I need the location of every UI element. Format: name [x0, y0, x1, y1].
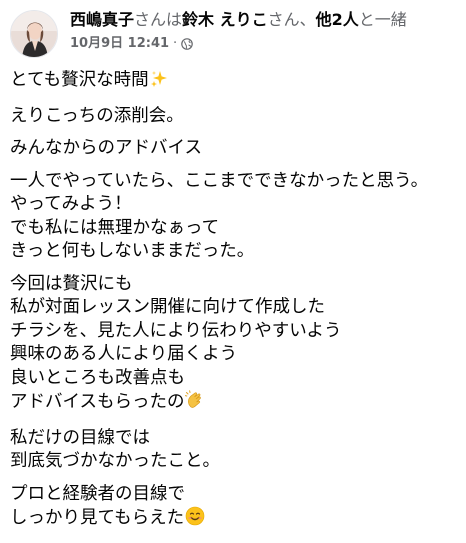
post-line: 興味のある人により届くよう — [10, 344, 238, 364]
smiling-face-icon — [185, 506, 205, 534]
post-meta: 西嶋真子さんは鈴木 えりこさん、他2人と一緒 10月9日 12:41 · — [70, 10, 466, 53]
post-line: 到底気づかなかったこと。 — [10, 451, 220, 471]
post-header: 西嶋真子さんは鈴木 えりこさん、他2人と一緒 10月9日 12:41 · — [10, 10, 466, 60]
post-line: でも私には無理かなぁって — [10, 217, 220, 238]
author-name[interactable]: 西嶋真子 — [70, 10, 134, 29]
post-title: 西嶋真子さんは鈴木 えりこさん、他2人と一緒 — [70, 10, 466, 30]
sparkles-icon — [150, 70, 168, 96]
post-line: きっと何もしないままだった。 — [10, 241, 255, 261]
post-paragraph: 私だけの目線では到底気づかなかったこと。 — [10, 427, 460, 474]
post-line: 今回は贅沢にも — [10, 273, 133, 294]
post-body: とても贅沢な時間えりこっちの添削会。 みんなからのアドバイス一人でやっていたら、こ… — [10, 69, 460, 543]
post-line: アドバイスもらったの — [10, 390, 460, 418]
post-line: えりこっちの添削会。 — [10, 105, 184, 126]
post-line: しっかり見てもらえた — [10, 506, 460, 534]
post-paragraph: 一人でやっていたら、ここまでできなかったと思う。 やってみよう！ でも私には無理かな… — [10, 170, 460, 264]
tagged-others-link[interactable]: 他2人 — [316, 10, 359, 29]
avatar[interactable] — [10, 10, 58, 58]
post-paragraph: プロと経験者の目線で しっかり見てもらえた — [10, 483, 460, 534]
globe-icon[interactable] — [181, 38, 193, 50]
post-line: チラシを、見た人により伝わりやすいよう — [10, 320, 342, 341]
tagged-mid-text: さん、 — [267, 10, 316, 29]
trailing-text: と一緒 — [358, 10, 407, 29]
post-line: 一人でやっていたら、ここまでできなかったと思う。 — [10, 170, 429, 191]
post-line: プロと経験者の目線で — [10, 483, 185, 504]
post-line: 良いところも改善点も — [10, 367, 185, 388]
post-paragraph: 今回は贅沢にも私が対面レッスン開催に向けて作成した チラシを、見た人により伝わりや… — [10, 273, 460, 418]
post-line: 私が対面レッスン開催に向けて作成した — [10, 297, 325, 317]
facebook-post: 西嶋真子さんは鈴木 えりこさん、他2人と一緒 10月9日 12:41 · とても… — [0, 0, 466, 542]
post-paragraph: とても贅沢な時間 — [10, 69, 460, 96]
post-line: とても贅沢な時間 — [10, 69, 460, 96]
clapping-hands-icon — [185, 390, 205, 418]
post-line: 私だけの目線では — [10, 427, 150, 448]
post-line: みんなからのアドバイス — [10, 138, 202, 158]
meta-separator: · — [173, 36, 178, 51]
post-paragraph: みんなからのアドバイス — [10, 137, 460, 161]
tagged-person-link[interactable]: 鈴木 えりこ — [182, 10, 268, 29]
post-subline: 10月9日 12:41 · — [70, 35, 466, 53]
profile-photo — [11, 11, 57, 57]
post-paragraph: えりこっちの添削会。 — [10, 105, 460, 129]
post-timestamp[interactable]: 10月9日 12:41 — [70, 35, 169, 53]
with-text: さんは — [134, 10, 183, 29]
post-line: やってみよう！ — [10, 194, 132, 214]
